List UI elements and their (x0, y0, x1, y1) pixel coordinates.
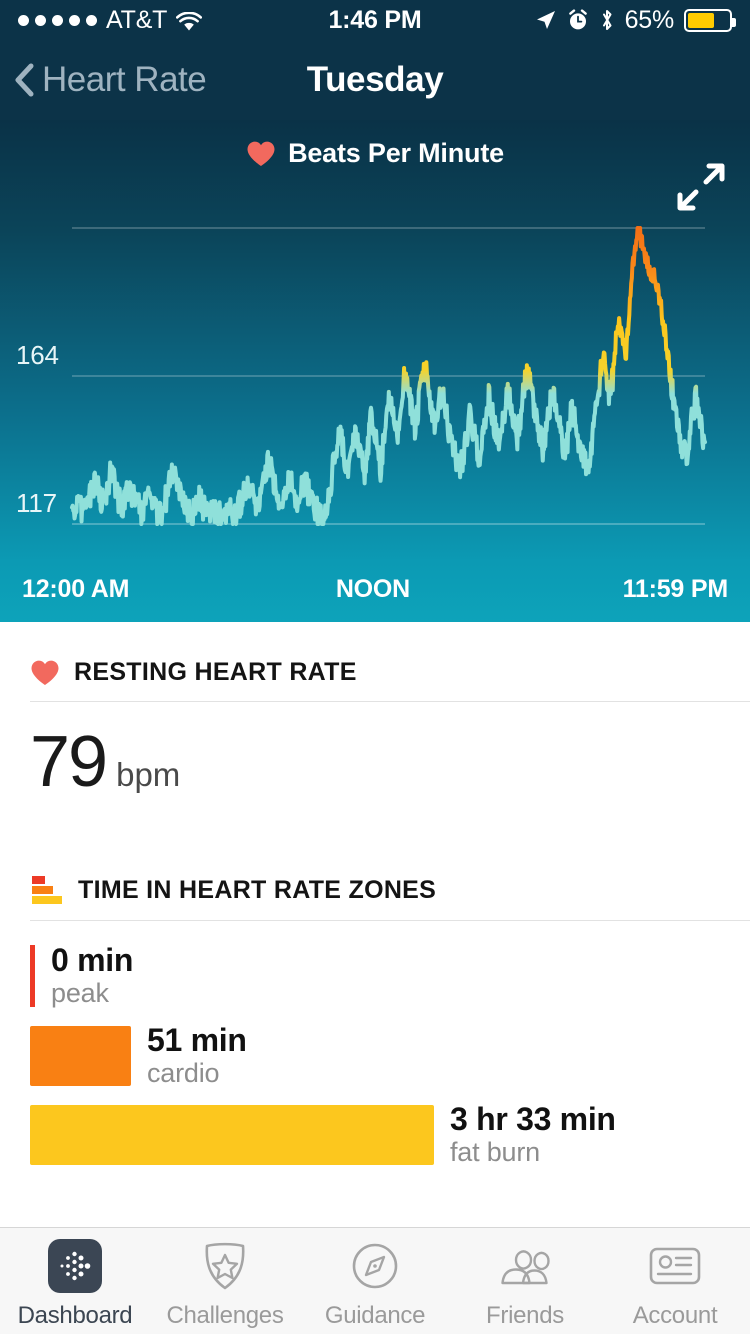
fitbit-dots-icon (47, 1238, 103, 1294)
zone-name-cardio: cardio (147, 1059, 247, 1089)
tab-guidance[interactable]: Guidance (300, 1228, 450, 1334)
resting-heart-rate-title: RESTING HEART RATE (74, 658, 357, 687)
zones-bar-chart-icon (30, 874, 64, 906)
heart-icon (246, 140, 276, 168)
tab-label-friends: Friends (486, 1302, 564, 1330)
heart-rate-chart-panel[interactable]: Beats Per Minute (0, 120, 750, 622)
y-axis-label-117: 117 (16, 488, 57, 519)
y-axis-label-164: 164 (16, 340, 59, 371)
zone-text-cardio: 51 min cardio (147, 1023, 247, 1089)
status-bar-right: 65% (462, 6, 732, 35)
back-button[interactable]: Heart Rate (0, 60, 206, 100)
zone-value-peak: 0 min (51, 943, 133, 979)
tab-account[interactable]: Account (600, 1228, 750, 1334)
x-axis-label-noon: NOON (336, 575, 410, 604)
heart-icon (30, 659, 60, 687)
zone-value-cardio: 51 min (147, 1023, 247, 1059)
zone-row-cardio[interactable]: 51 min cardio (30, 1023, 750, 1089)
bottom-tab-bar: Dashboard Challenges Guidance (0, 1227, 750, 1334)
fitbit-heart-rate-screen: AT&T 1:46 PM (0, 0, 750, 1334)
navigation-bar: Heart Rate Tuesday (0, 40, 750, 120)
zone-text-peak: 0 min peak (51, 943, 133, 1009)
zone-bar-peak (30, 945, 35, 1007)
heart-rate-zones-header: TIME IN HEART RATE ZONES (0, 838, 750, 920)
zone-bar-cardio (30, 1026, 131, 1086)
chevron-left-icon (14, 63, 34, 97)
x-axis-label-end: 11:59 PM (623, 575, 728, 604)
status-bar: AT&T 1:46 PM (0, 0, 750, 40)
status-bar-time: 1:46 PM (288, 6, 462, 35)
heart-rate-zones-title: TIME IN HEART RATE ZONES (78, 876, 436, 905)
tab-label-dashboard: Dashboard (18, 1302, 133, 1330)
zone-row-peak[interactable]: 0 min peak (30, 943, 750, 1009)
resting-heart-rate-section[interactable]: RESTING HEART RATE 79 bpm (0, 622, 750, 796)
wifi-icon (176, 10, 202, 30)
tab-dashboard[interactable]: Dashboard (0, 1228, 150, 1334)
zone-name-peak: peak (51, 979, 133, 1009)
zone-row-fat-burn[interactable]: 3 hr 33 min fat burn (30, 1102, 750, 1168)
expand-chart-button[interactable] (676, 162, 726, 212)
tab-label-account: Account (633, 1302, 718, 1330)
tab-label-challenges: Challenges (166, 1302, 283, 1330)
people-icon (497, 1238, 553, 1294)
zone-text-fat-burn: 3 hr 33 min fat burn (450, 1102, 616, 1168)
zone-bar-fat-burn (30, 1105, 434, 1165)
battery-percent-label: 65% (625, 6, 674, 35)
main-content: RESTING HEART RATE 79 bpm TIME IN HEART … (0, 622, 750, 1227)
location-arrow-icon (535, 9, 557, 31)
compass-icon (347, 1238, 403, 1294)
signal-strength-icon (18, 15, 97, 26)
chart-plot-area (0, 212, 750, 542)
tab-label-guidance: Guidance (325, 1302, 425, 1330)
back-button-label: Heart Rate (42, 60, 206, 100)
heart-rate-zones-list: 0 min peak 51 min cardio 3 hr 33 min (0, 921, 750, 1168)
x-axis-labels: 12:00 AM NOON 11:59 PM (0, 575, 750, 604)
tab-challenges[interactable]: Challenges (150, 1228, 300, 1334)
resting-heart-rate-value-row: 79 bpm (0, 702, 750, 796)
zone-value-fat-burn: 3 hr 33 min (450, 1102, 616, 1138)
battery-fill (688, 13, 714, 28)
x-axis-label-start: 12:00 AM (22, 575, 129, 604)
carrier-label: AT&T (106, 6, 167, 35)
chart-header: Beats Per Minute (0, 120, 750, 169)
bluetooth-icon (599, 8, 615, 32)
chart-header-label: Beats Per Minute (288, 138, 504, 169)
status-bar-left: AT&T (18, 6, 288, 35)
resting-heart-rate-header: RESTING HEART RATE (0, 622, 750, 701)
resting-heart-rate-value: 79 (30, 728, 106, 796)
alarm-clock-icon (567, 9, 589, 31)
tab-friends[interactable]: Friends (450, 1228, 600, 1334)
zone-name-fat-burn: fat burn (450, 1138, 616, 1168)
heart-rate-zones-section[interactable]: TIME IN HEART RATE ZONES 0 min peak 51 m… (0, 838, 750, 1168)
heart-rate-line-chart (0, 212, 750, 542)
resting-heart-rate-unit: bpm (116, 756, 180, 794)
battery-icon (684, 9, 732, 32)
id-card-icon (647, 1238, 703, 1294)
shield-star-icon (197, 1238, 253, 1294)
